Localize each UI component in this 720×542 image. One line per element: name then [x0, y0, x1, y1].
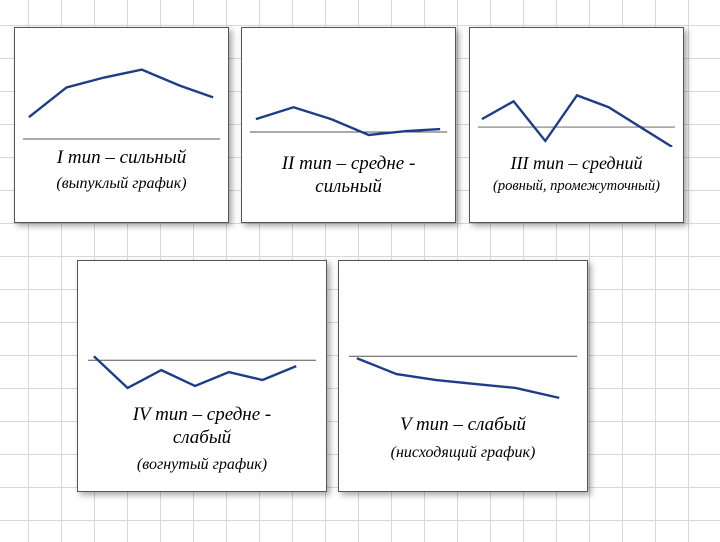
chart-type-1: [15, 28, 228, 147]
title-type-4: IV тип – средне - слабый: [78, 404, 326, 450]
chart-type-5: [339, 261, 587, 400]
panel-type-1: I тип – сильный (выпуклый график): [14, 27, 229, 223]
subtitle-type-5: (нисходящий график): [339, 443, 587, 462]
panel-type-2: II тип – средне - сильный: [241, 27, 456, 223]
title-type-3: III тип – средний: [470, 153, 683, 175]
subtitle-type-1: (выпуклый график): [15, 174, 228, 193]
subtitle-type-3: (ровный, промежуточный): [470, 178, 683, 195]
panel-type-3: III тип – средний (ровный, промежуточный…: [469, 27, 684, 223]
chart-type-3: [470, 28, 683, 147]
chart-type-2: [242, 28, 455, 147]
title-type-1: I тип – сильный: [15, 147, 228, 170]
title-type-5: V тип – слабый: [339, 414, 587, 437]
subtitle-type-4: (вогнутый график): [78, 455, 326, 474]
panel-type-4: IV тип – средне - слабый (вогнутый графи…: [77, 260, 327, 492]
chart-type-4: [78, 261, 326, 400]
title-type-2: II тип – средне - сильный: [242, 153, 455, 199]
panel-type-5: V тип – слабый (нисходящий график): [338, 260, 588, 492]
